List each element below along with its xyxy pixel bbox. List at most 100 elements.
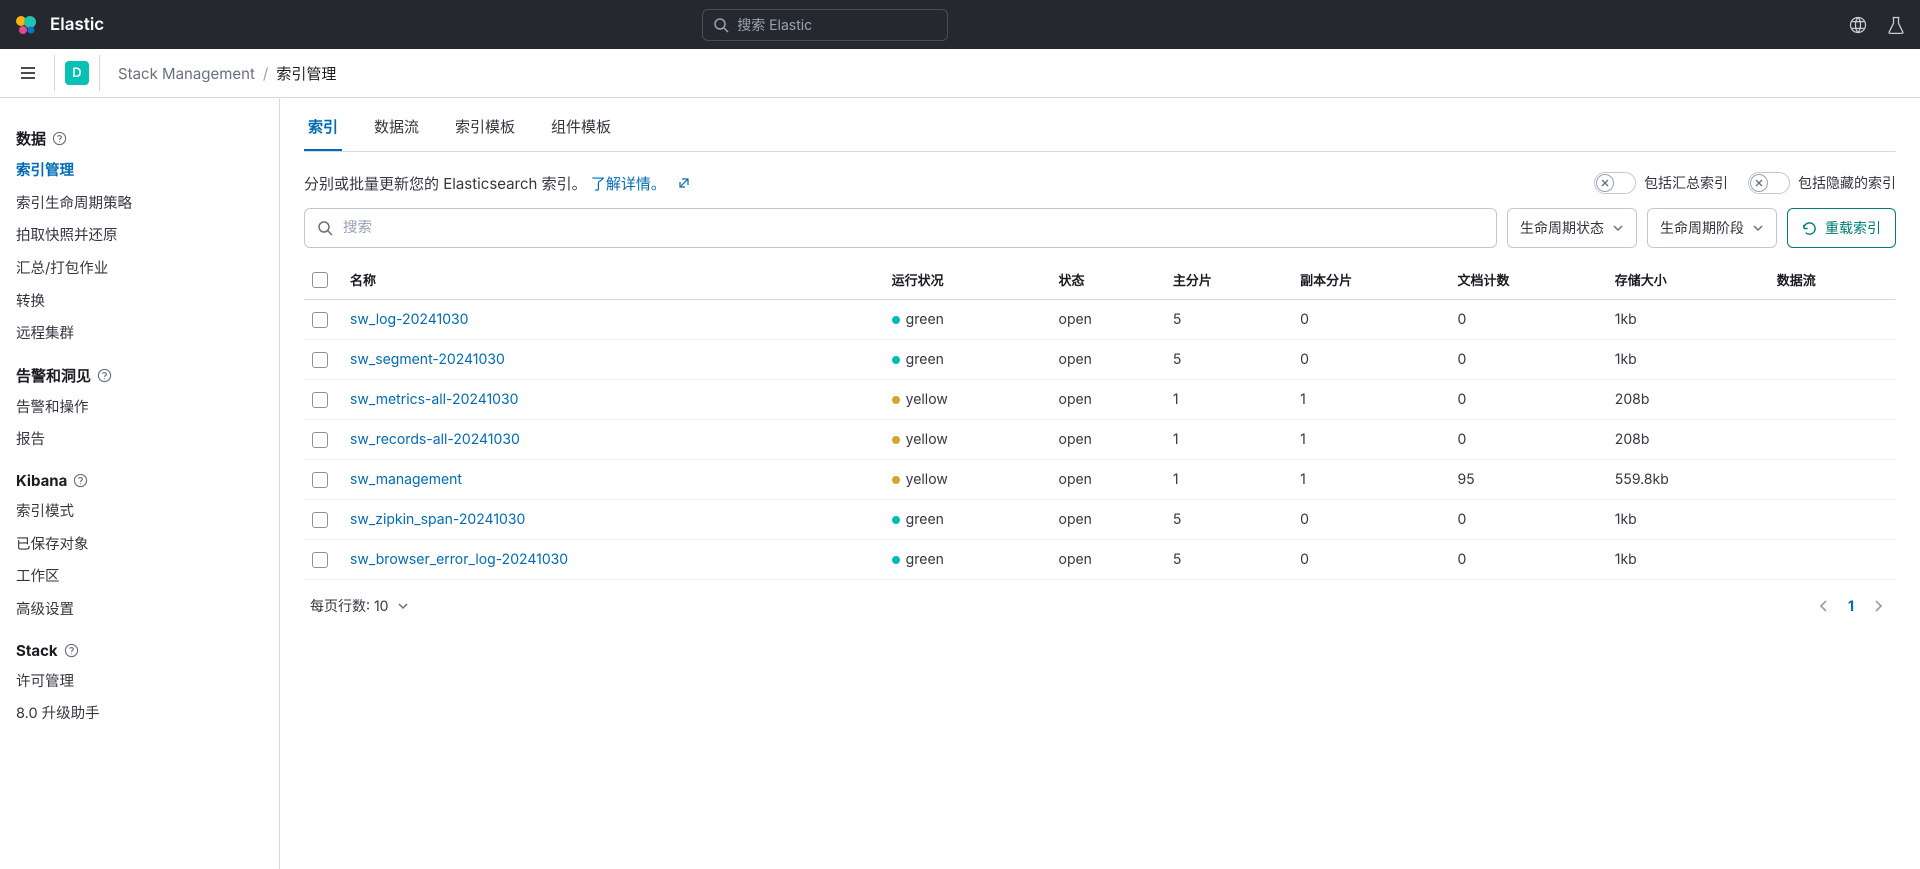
cell-pri: 5 (1165, 300, 1292, 340)
rows-per-page[interactable]: 每页行数: 10 (310, 596, 409, 616)
tab[interactable]: 索引模板 (451, 104, 519, 151)
lifecycle-phase-filter[interactable]: 生命周期阶段 (1647, 208, 1777, 248)
cell-rep: 0 (1292, 300, 1449, 340)
toggle-switch[interactable] (1748, 172, 1790, 194)
row-checkbox[interactable] (312, 312, 328, 328)
row-checkbox[interactable] (312, 512, 328, 528)
search-input[interactable] (343, 220, 1484, 236)
prev-page-button[interactable] (1812, 594, 1836, 618)
cell-pri: 1 (1165, 380, 1292, 420)
cell-rep: 1 (1292, 460, 1449, 500)
row-checkbox[interactable] (312, 392, 328, 408)
help-icon (97, 368, 112, 383)
current-page[interactable]: 1 (1848, 598, 1854, 615)
cell-pri: 1 (1165, 420, 1292, 460)
next-page-button[interactable] (1866, 594, 1890, 618)
space-selector[interactable]: D (65, 61, 89, 85)
row-checkbox[interactable] (312, 552, 328, 568)
newsfeed-icon[interactable] (1848, 15, 1868, 35)
table-row: sw_browser_error_log-20241030greenopen50… (304, 540, 1896, 580)
health-text: green (906, 511, 944, 528)
cell-docs: 0 (1449, 340, 1606, 380)
refresh-icon (1802, 221, 1817, 236)
column-header[interactable]: 数据流 (1769, 260, 1896, 300)
cell-status: open (1051, 340, 1165, 380)
sidebar-item[interactable]: 索引生命周期策略 (16, 188, 279, 221)
cross-icon (1596, 174, 1614, 192)
column-header[interactable]: 状态 (1051, 260, 1165, 300)
column-header[interactable]: 名称 (342, 260, 884, 300)
breadcrumb-parent[interactable]: Stack Management (118, 64, 255, 83)
sidebar-item[interactable]: 索引管理 (16, 155, 279, 188)
row-checkbox[interactable] (312, 472, 328, 488)
column-header[interactable]: 主分片 (1165, 260, 1292, 300)
health-dot-icon (892, 516, 900, 524)
index-name-link[interactable]: sw_management (350, 471, 462, 488)
elastic-logo-icon (14, 13, 38, 37)
health-text: yellow (906, 471, 948, 488)
tab[interactable]: 数据流 (370, 104, 423, 151)
table-row: sw_managementyellowopen1195559.8kb (304, 460, 1896, 500)
sidebar-item[interactable]: 汇总/打包作业 (16, 253, 279, 286)
divider (99, 55, 100, 91)
cell-docs: 0 (1449, 300, 1606, 340)
sidebar-item[interactable]: 拍取快照并还原 (16, 220, 279, 253)
logo-wrap[interactable]: Elastic (14, 13, 104, 37)
sidebar-item[interactable]: 已保存对象 (16, 529, 279, 562)
column-header[interactable]: 存储大小 (1607, 260, 1769, 300)
rows-label: 每页行数: 10 (310, 596, 389, 616)
cell-ds (1769, 420, 1896, 460)
sidebar-item[interactable]: 高级设置 (16, 594, 279, 627)
sidebar-item[interactable]: 报告 (16, 424, 279, 457)
chevron-down-icon (397, 600, 409, 612)
chevron-down-icon (1752, 222, 1764, 234)
column-header[interactable]: 文档计数 (1449, 260, 1606, 300)
sidebar-section-title: 告警和洞见 (16, 365, 279, 386)
divider (54, 55, 55, 91)
learn-more-link[interactable]: 了解详情。 (591, 174, 666, 193)
index-name-link[interactable]: sw_log-20241030 (350, 311, 469, 328)
index-name-link[interactable]: sw_zipkin_span-20241030 (350, 511, 525, 528)
cell-size: 1kb (1607, 300, 1769, 340)
sidebar-item[interactable]: 工作区 (16, 561, 279, 594)
tab[interactable]: 组件模板 (547, 104, 615, 151)
tab[interactable]: 索引 (304, 104, 342, 151)
sidebar-item[interactable]: 转换 (16, 286, 279, 319)
select-all-checkbox[interactable] (312, 272, 328, 288)
cell-size: 559.8kb (1607, 460, 1769, 500)
column-header[interactable]: 运行状况 (884, 260, 1051, 300)
health-dot-icon (892, 476, 900, 484)
indices-table: 名称运行状况状态主分片副本分片文档计数存储大小数据流 sw_log-202410… (304, 260, 1896, 580)
index-name-link[interactable]: sw_browser_error_log-20241030 (350, 551, 568, 568)
cell-rep: 0 (1292, 500, 1449, 540)
sidebar-item[interactable]: 远程集群 (16, 318, 279, 351)
index-name-link[interactable]: sw_records-all-20241030 (350, 431, 520, 448)
toggle-include-rollup[interactable]: 包括汇总索引 (1594, 172, 1728, 194)
health-text: yellow (906, 431, 948, 448)
tabs: 索引数据流索引模板组件模板 (304, 98, 1896, 152)
desc-text: 分别或批量更新您的 Elasticsearch 索引。 (304, 174, 587, 193)
reload-indices-button[interactable]: 重载索引 (1787, 208, 1896, 248)
sidebar-item[interactable]: 索引模式 (16, 496, 279, 529)
labs-icon[interactable] (1886, 15, 1906, 35)
sidebar-item[interactable]: 8.0 升级助手 (16, 698, 279, 731)
sidebar-item[interactable]: 告警和操作 (16, 392, 279, 425)
cell-docs: 0 (1449, 540, 1606, 580)
nav-toggle-button[interactable] (12, 57, 44, 89)
column-header[interactable]: 副本分片 (1292, 260, 1449, 300)
reload-label: 重载索引 (1825, 218, 1881, 238)
index-name-link[interactable]: sw_segment-20241030 (350, 351, 505, 368)
global-search[interactable]: 搜索 Elastic (702, 9, 948, 41)
lifecycle-state-filter[interactable]: 生命周期状态 (1507, 208, 1637, 248)
row-checkbox[interactable] (312, 432, 328, 448)
search-icon (713, 17, 729, 33)
toggle-include-hidden[interactable]: 包括隐藏的索引 (1748, 172, 1896, 194)
row-checkbox[interactable] (312, 352, 328, 368)
sidebar-item[interactable]: 许可管理 (16, 666, 279, 699)
health-text: green (906, 311, 944, 328)
table-search[interactable] (304, 208, 1497, 248)
brand-name: Elastic (50, 15, 104, 35)
index-name-link[interactable]: sw_metrics-all-20241030 (350, 391, 519, 408)
toggle-switch[interactable] (1594, 172, 1636, 194)
cell-docs: 0 (1449, 500, 1606, 540)
